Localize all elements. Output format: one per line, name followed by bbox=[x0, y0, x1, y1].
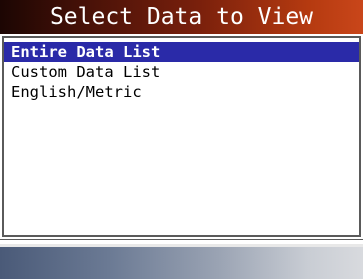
menu-item-custom-data-list[interactable]: Custom Data List bbox=[4, 62, 359, 82]
divider bbox=[0, 239, 363, 240]
status-bar bbox=[0, 247, 363, 279]
data-view-menu: Entire Data List Custom Data List Englis… bbox=[2, 36, 361, 237]
screen-title: Select Data to View bbox=[0, 0, 363, 34]
menu-list: Entire Data List Custom Data List Englis… bbox=[4, 42, 359, 102]
menu-item-english-metric[interactable]: English/Metric bbox=[4, 82, 359, 102]
menu-item-entire-data-list[interactable]: Entire Data List bbox=[4, 42, 359, 62]
